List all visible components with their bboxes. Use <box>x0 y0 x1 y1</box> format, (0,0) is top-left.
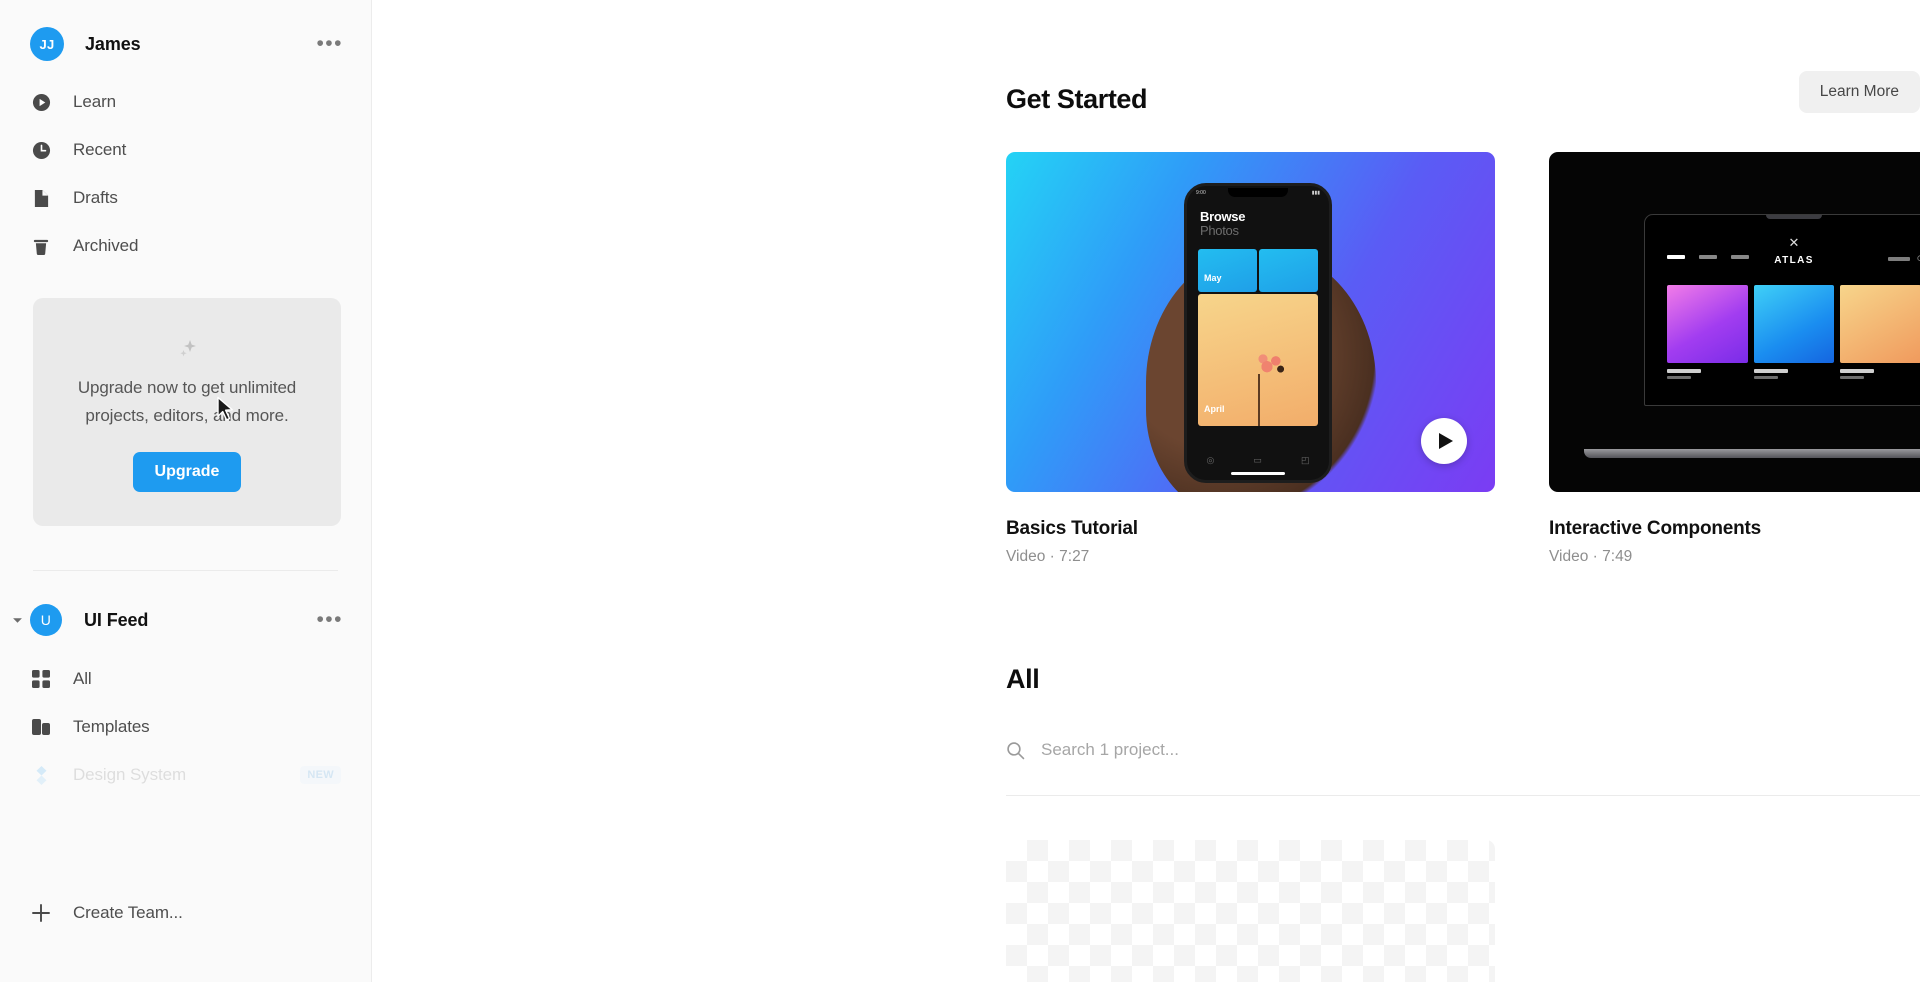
sidebar-scroll-area: JJ James ••• Learn Recent Drafts Archive… <box>0 0 371 884</box>
laptop-nav-tabs <box>1667 255 1749 259</box>
project-grid <box>1006 840 1920 982</box>
card-title: Basics Tutorial <box>1006 518 1138 539</box>
phone-tile-april: April <box>1198 294 1318 426</box>
user-name: James <box>85 33 141 54</box>
phone-notch <box>1228 188 1288 197</box>
phone-photo-grid: May April <box>1187 238 1329 426</box>
phone-tile-blue-2 <box>1259 249 1318 292</box>
search-input[interactable] <box>1041 740 1262 760</box>
status-badge: NEW <box>300 766 341 784</box>
team-header[interactable]: U UI Feed ••• <box>0 593 371 647</box>
laptop-nav-right <box>1888 255 1920 263</box>
phone-tab-bar: ◎ ▭ ◰ <box>1206 455 1310 465</box>
sidebar-fade-overlay <box>0 800 371 884</box>
upgrade-card: Upgrade now to get unlimited projects, e… <box>33 298 341 526</box>
phone-tile-label: April <box>1204 404 1225 414</box>
team-name: UI Feed <box>84 609 149 630</box>
get-started-cards: 9:00 ▮▮▮ Browse Photos May April ◎ ▭ ◰ B… <box>1006 152 1920 566</box>
video-card-basics-tutorial[interactable]: 9:00 ▮▮▮ Browse Photos May April ◎ ▭ ◰ B… <box>1006 152 1495 566</box>
get-started-header: Get Started Learn More <box>1006 71 1920 115</box>
avatar: JJ <box>30 27 64 61</box>
laptop-mockup: ✕ ATLAS <box>1644 214 1920 406</box>
play-icon[interactable] <box>1421 418 1467 464</box>
user-row[interactable]: JJ James ••• <box>0 16 371 72</box>
component-icon <box>30 764 52 786</box>
sidebar-item-label: All <box>73 669 92 688</box>
sidebar-item-drafts[interactable]: Drafts <box>0 174 371 222</box>
laptop-base <box>1584 449 1920 458</box>
section-title: All <box>1006 664 1040 694</box>
phone-time: 9:00 <box>1196 190 1206 196</box>
sidebar-item-label: Archived <box>73 236 139 255</box>
sidebar-item-label: Templates <box>73 717 150 736</box>
project-thumbnail-placeholder[interactable] <box>1006 840 1495 982</box>
sidebar-item-label: Recent <box>73 140 127 159</box>
video-thumbnail[interactable]: ✕ ATLAS <box>1549 152 1920 492</box>
phone-grid-row: May <box>1198 249 1318 292</box>
play-circle-icon <box>30 91 52 113</box>
phone-tile-may: May <box>1198 249 1257 292</box>
upgrade-button[interactable]: Upgrade <box>132 452 242 492</box>
divider <box>1006 795 1920 796</box>
plus-icon <box>30 903 52 923</box>
card-meta: Video · 7:27 <box>1006 548 1090 565</box>
create-team-button[interactable]: Create Team... <box>0 884 371 942</box>
sidebar-item-recent[interactable]: Recent <box>0 126 371 174</box>
card-meta: Video · 7:49 <box>1549 548 1633 565</box>
phone-tile-label: May <box>1204 273 1222 283</box>
page-title: Get Started <box>1006 84 1148 114</box>
sidebar-divider <box>33 570 338 571</box>
templates-icon <box>30 716 52 738</box>
gallery-item <box>1840 285 1920 379</box>
team-avatar: U <box>30 604 62 636</box>
gallery-item <box>1667 285 1748 379</box>
team-nav: All Templates Design System NEW <box>0 655 371 799</box>
phone-home-indicator <box>1231 472 1285 475</box>
laptop-gallery <box>1667 285 1920 379</box>
sidebar-item-all[interactable]: All <box>0 655 371 703</box>
phone-heading: Browse <box>1200 209 1246 224</box>
grid-icon <box>30 668 52 690</box>
sidebar-item-label: Learn <box>73 92 116 111</box>
phone-subheading: Photos <box>1200 223 1239 238</box>
card-title: Interactive Components <box>1549 518 1762 539</box>
search-row: Last viewed by me <box>1006 733 1920 767</box>
clock-icon <box>30 139 52 161</box>
gallery-item <box>1753 285 1835 379</box>
ellipsis-icon[interactable]: ••• <box>314 609 345 631</box>
upgrade-text: Upgrade now to get unlimited projects, e… <box>77 378 297 425</box>
caret-down-icon[interactable] <box>8 615 26 626</box>
laptop-brand: ATLAS <box>1774 255 1814 266</box>
app-root: JJ James ••• Learn Recent Drafts Archive… <box>0 0 1920 982</box>
trash-icon <box>30 235 52 257</box>
phone-signal-icons: ▮▮▮ <box>1311 190 1320 196</box>
phone-mockup: 9:00 ▮▮▮ Browse Photos May April ◎ ▭ ◰ <box>1184 183 1332 483</box>
create-team-label: Create Team... <box>73 903 183 922</box>
main-content: Get Started Learn More 9:00 ▮▮▮ Browse P… <box>372 0 1920 982</box>
file-icon <box>30 187 52 209</box>
all-section-header: All <box>1006 664 1920 695</box>
sidebar-item-templates[interactable]: Templates <box>0 703 371 751</box>
primary-nav: Learn Recent Drafts Archived <box>0 78 371 270</box>
video-thumbnail[interactable]: 9:00 ▮▮▮ Browse Photos May April ◎ ▭ ◰ <box>1006 152 1495 492</box>
ellipsis-icon[interactable]: ••• <box>314 33 345 55</box>
sidebar: JJ James ••• Learn Recent Drafts Archive… <box>0 0 372 982</box>
learn-more-button[interactable]: Learn More <box>1798 71 1920 113</box>
close-icon: ✕ <box>1788 235 1800 250</box>
sidebar-item-design-system[interactable]: Design System NEW <box>0 751 371 799</box>
sparkle-icon <box>63 334 311 364</box>
sidebar-item-archived[interactable]: Archived <box>0 222 371 270</box>
laptop-notch <box>1766 215 1822 219</box>
phone-title-block: Browse Photos <box>1187 196 1329 238</box>
sidebar-item-learn[interactable]: Learn <box>0 78 371 126</box>
sidebar-item-label: Drafts <box>73 188 118 207</box>
search-icon <box>1006 741 1025 760</box>
video-card-interactive-components[interactable]: ✕ ATLAS Interactive Components Video · 7… <box>1549 152 1920 566</box>
sidebar-item-label: Design System <box>73 765 187 784</box>
tree-blossom <box>1250 348 1291 382</box>
